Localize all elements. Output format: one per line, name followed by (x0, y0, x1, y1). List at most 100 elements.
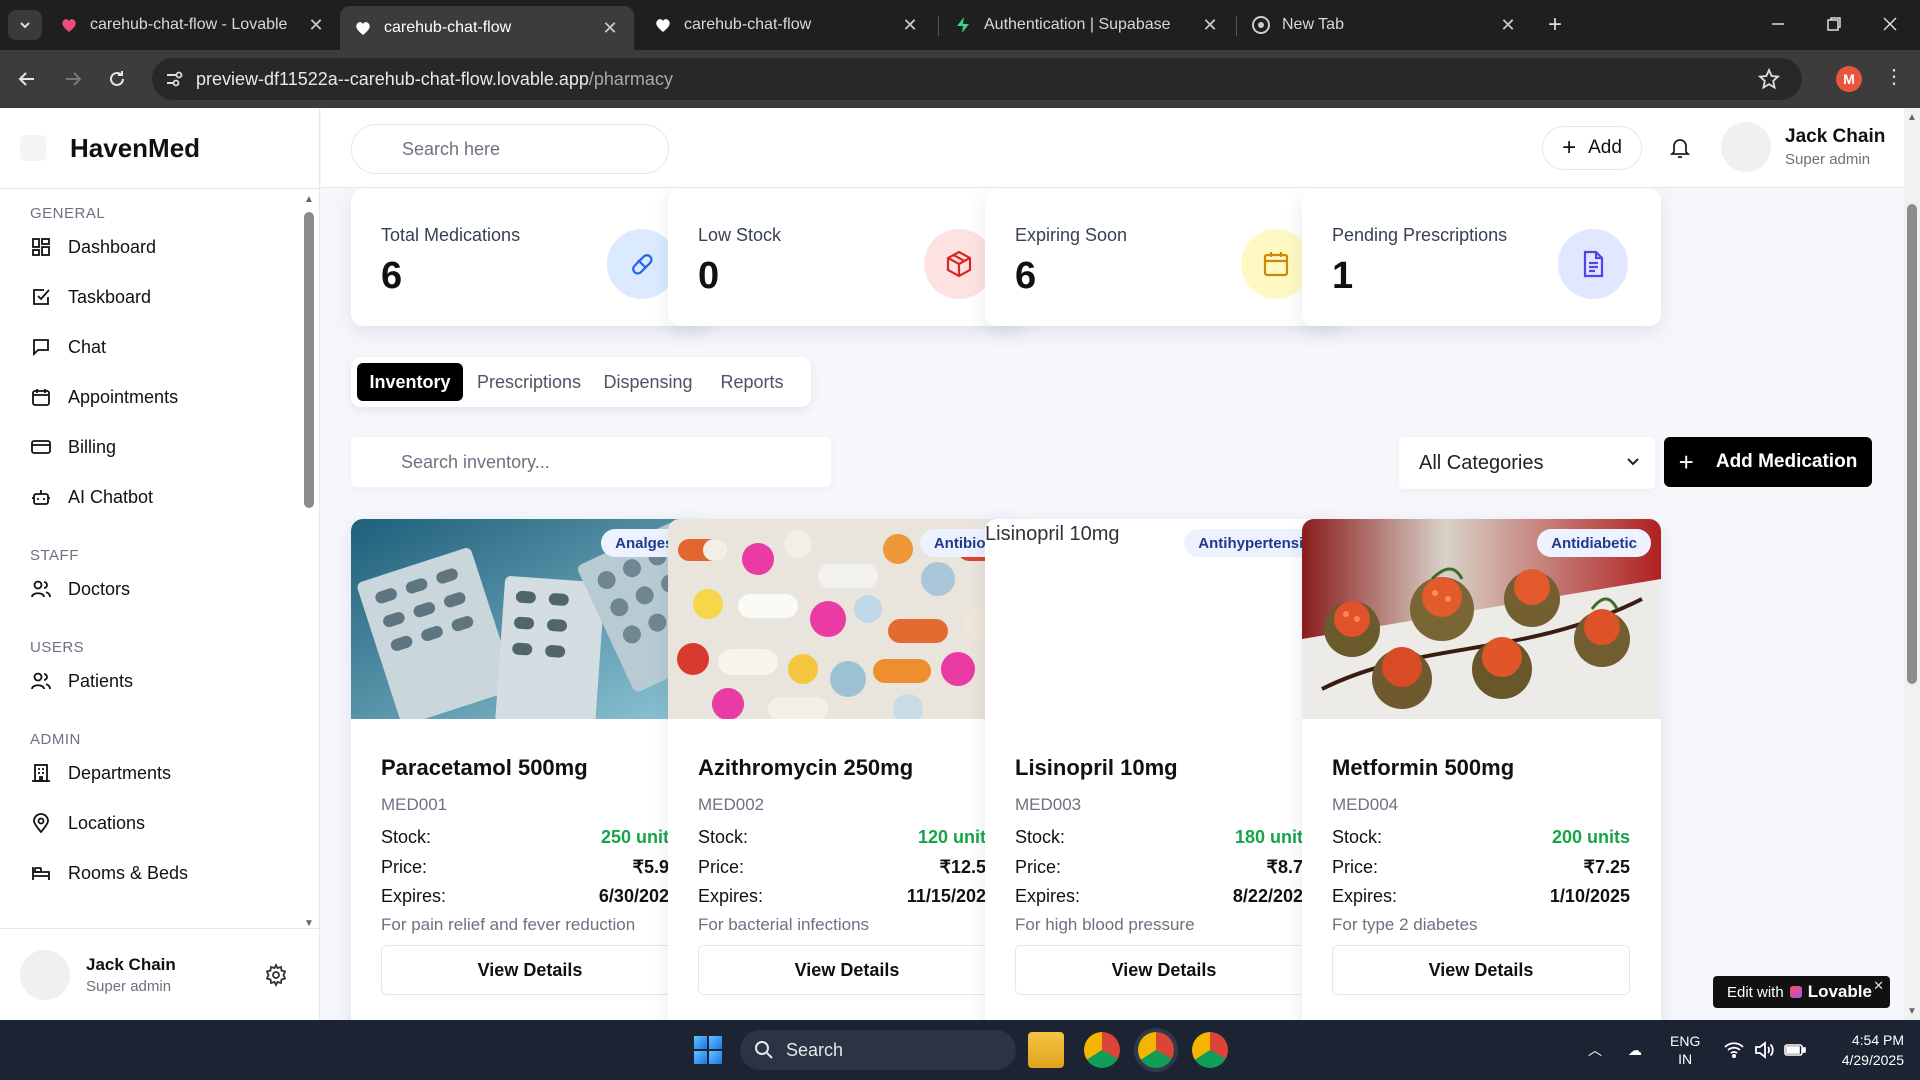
close-icon[interactable]: ✕ (1873, 978, 1884, 994)
stat-value: 1 (1332, 255, 1354, 297)
view-details-button[interactable]: View Details (698, 945, 996, 995)
expires-label: Expires: (1332, 886, 1398, 906)
restore-icon[interactable] (1806, 0, 1862, 48)
bell-icon[interactable] (1668, 136, 1692, 160)
page-scrollbar-thumb[interactable] (1907, 204, 1917, 684)
avatar (20, 949, 70, 1000)
profile-avatar[interactable]: M (1836, 66, 1862, 92)
sidebar-item-ai-chatbot[interactable]: AI Chatbot (0, 472, 302, 522)
onedrive-icon[interactable]: ☁ (1628, 1020, 1642, 1080)
close-icon[interactable]: ✕ (306, 15, 326, 35)
wifi-icon[interactable] (1724, 1020, 1744, 1080)
view-details-button[interactable]: View Details (1015, 945, 1313, 995)
category-select[interactable]: All Categories (1399, 437, 1655, 489)
more-menu-icon[interactable]: ⋮ (1884, 64, 1904, 89)
sidebar-item-chat[interactable]: Chat (0, 322, 302, 372)
close-icon[interactable]: ✕ (600, 18, 620, 38)
browser-tab-active[interactable]: carehub-chat-flow ✕ (340, 6, 634, 50)
sidebar-item-locations[interactable]: Locations (0, 798, 302, 848)
stat-value: 6 (1015, 255, 1037, 297)
sidebar-item-label: Locations (68, 812, 146, 833)
add-medication-button[interactable]: + Add Medication (1664, 437, 1872, 487)
back-icon[interactable] (10, 62, 44, 96)
scroll-up-arrow[interactable]: ▲ (302, 192, 316, 206)
price-label: Price: (698, 857, 745, 877)
tab-title: New Tab (1282, 16, 1344, 33)
chrome-icon[interactable] (1084, 1032, 1120, 1068)
category-select-value: All Categories (1419, 451, 1544, 474)
tab-separator (938, 16, 939, 36)
volume-icon[interactable] (1754, 1020, 1774, 1080)
heart-icon (354, 19, 372, 37)
gear-icon[interactable] (264, 962, 288, 987)
add-button[interactable]: + Add (1542, 126, 1642, 170)
edit-with-lovable-badge[interactable]: Edit with Lovable ✕ (1713, 976, 1890, 1008)
building-icon (30, 762, 52, 784)
add-button-label: Add (1588, 137, 1622, 158)
medication-description: For high blood pressure (1015, 915, 1195, 934)
windows-start-icon[interactable] (694, 1036, 722, 1064)
scroll-up-arrow[interactable]: ▲ (1904, 110, 1920, 124)
view-details-button[interactable]: View Details (1332, 945, 1630, 995)
inventory-search-input[interactable]: Search inventory... (351, 437, 831, 487)
browser-tab[interactable]: carehub-chat-flow ✕ (640, 6, 934, 44)
sidebar-nav: GENERAL Dashboard Taskboard Chat Appoint… (0, 190, 302, 930)
sidebar-item-dashboard[interactable]: Dashboard (0, 222, 302, 272)
chevron-down-icon (20, 22, 30, 29)
expires-row: Expires: 11/15/2024 (698, 886, 996, 907)
user-name: Jack Chain (1785, 126, 1886, 147)
close-icon[interactable]: ✕ (900, 15, 920, 35)
minimize-icon[interactable] (1750, 0, 1806, 48)
file-explorer-icon[interactable] (1028, 1032, 1064, 1068)
browser-tab[interactable]: carehub-chat-flow - Lovable ✕ (46, 6, 340, 44)
sidebar-item-label: Dashboard (68, 236, 157, 257)
sidebar-item-doctors[interactable]: Doctors (0, 564, 302, 614)
sidebar-item-billing[interactable]: Billing (0, 422, 302, 472)
chrome-icon[interactable] (1192, 1032, 1228, 1068)
medication-name: Azithromycin 250mg (698, 755, 914, 780)
close-icon[interactable]: ✕ (1200, 15, 1220, 35)
stock-row: Stock: 200 units (1332, 827, 1630, 848)
sidebar-user[interactable]: Jack Chain Super admin (0, 928, 320, 1020)
chrome-icon[interactable] (1138, 1032, 1174, 1068)
calendar-icon (30, 386, 52, 408)
brand[interactable]: HavenMed (20, 108, 320, 188)
browser-tab-strip: carehub-chat-flow - Lovable ✕ carehub-ch… (0, 0, 1920, 50)
medication-card: Antidiabetic Metformin 500mg MED004 Stoc… (1302, 519, 1661, 1020)
reload-icon[interactable] (100, 62, 134, 96)
browser-tab[interactable]: New Tab ✕ (1238, 6, 1532, 44)
checkbox-icon (30, 286, 52, 308)
url-input[interactable]: preview-df11522a--carehub-chat-flow.lova… (152, 58, 1802, 100)
tab-search-button[interactable] (8, 10, 42, 40)
language: ENG (1670, 1033, 1701, 1049)
tab-inventory[interactable]: Inventory (357, 363, 463, 401)
system-clock[interactable]: 4:54 PM 4/29/2025 (1824, 1030, 1904, 1070)
forward-icon[interactable] (56, 62, 90, 96)
stat-card-pending-prescriptions: Pending Prescriptions 1 (1302, 189, 1661, 326)
header-user[interactable]: Jack Chain Super admin (1721, 122, 1885, 172)
language-indicator[interactable]: ENG IN (1670, 1020, 1700, 1080)
new-tab-button[interactable]: + (1540, 10, 1570, 40)
sidebar-item-departments[interactable]: Departments (0, 748, 302, 798)
sidebar-item-patients[interactable]: Patients (0, 656, 302, 706)
sidebar-item-appointments[interactable]: Appointments (0, 372, 302, 422)
sidebar-scrollbar-thumb[interactable] (304, 212, 314, 508)
clock-date: 4/29/2025 (1841, 1052, 1904, 1068)
bookmark-star-icon[interactable] (1758, 68, 1780, 90)
sidebar-item-rooms-beds[interactable]: Rooms & Beds (0, 848, 302, 898)
sidebar-item-taskboard[interactable]: Taskboard (0, 272, 302, 322)
tab-reports[interactable]: Reports (707, 363, 797, 401)
view-details-button[interactable]: View Details (381, 945, 679, 995)
tab-prescriptions[interactable]: Prescriptions (469, 363, 589, 401)
scroll-down-arrow[interactable]: ▼ (1904, 1004, 1920, 1018)
taskbar-search[interactable]: Search (740, 1030, 1016, 1070)
window-close-icon[interactable] (1862, 0, 1918, 48)
site-info-icon[interactable] (164, 69, 184, 89)
tab-separator (1236, 16, 1237, 36)
battery-icon[interactable] (1784, 1020, 1806, 1080)
search-input[interactable]: Search here (351, 124, 669, 174)
tray-chevron-icon[interactable]: ︿ (1588, 1020, 1602, 1080)
close-icon[interactable]: ✕ (1498, 15, 1518, 35)
tab-dispensing[interactable]: Dispensing (595, 363, 701, 401)
browser-tab[interactable]: Authentication | Supabase ✕ (940, 6, 1234, 44)
